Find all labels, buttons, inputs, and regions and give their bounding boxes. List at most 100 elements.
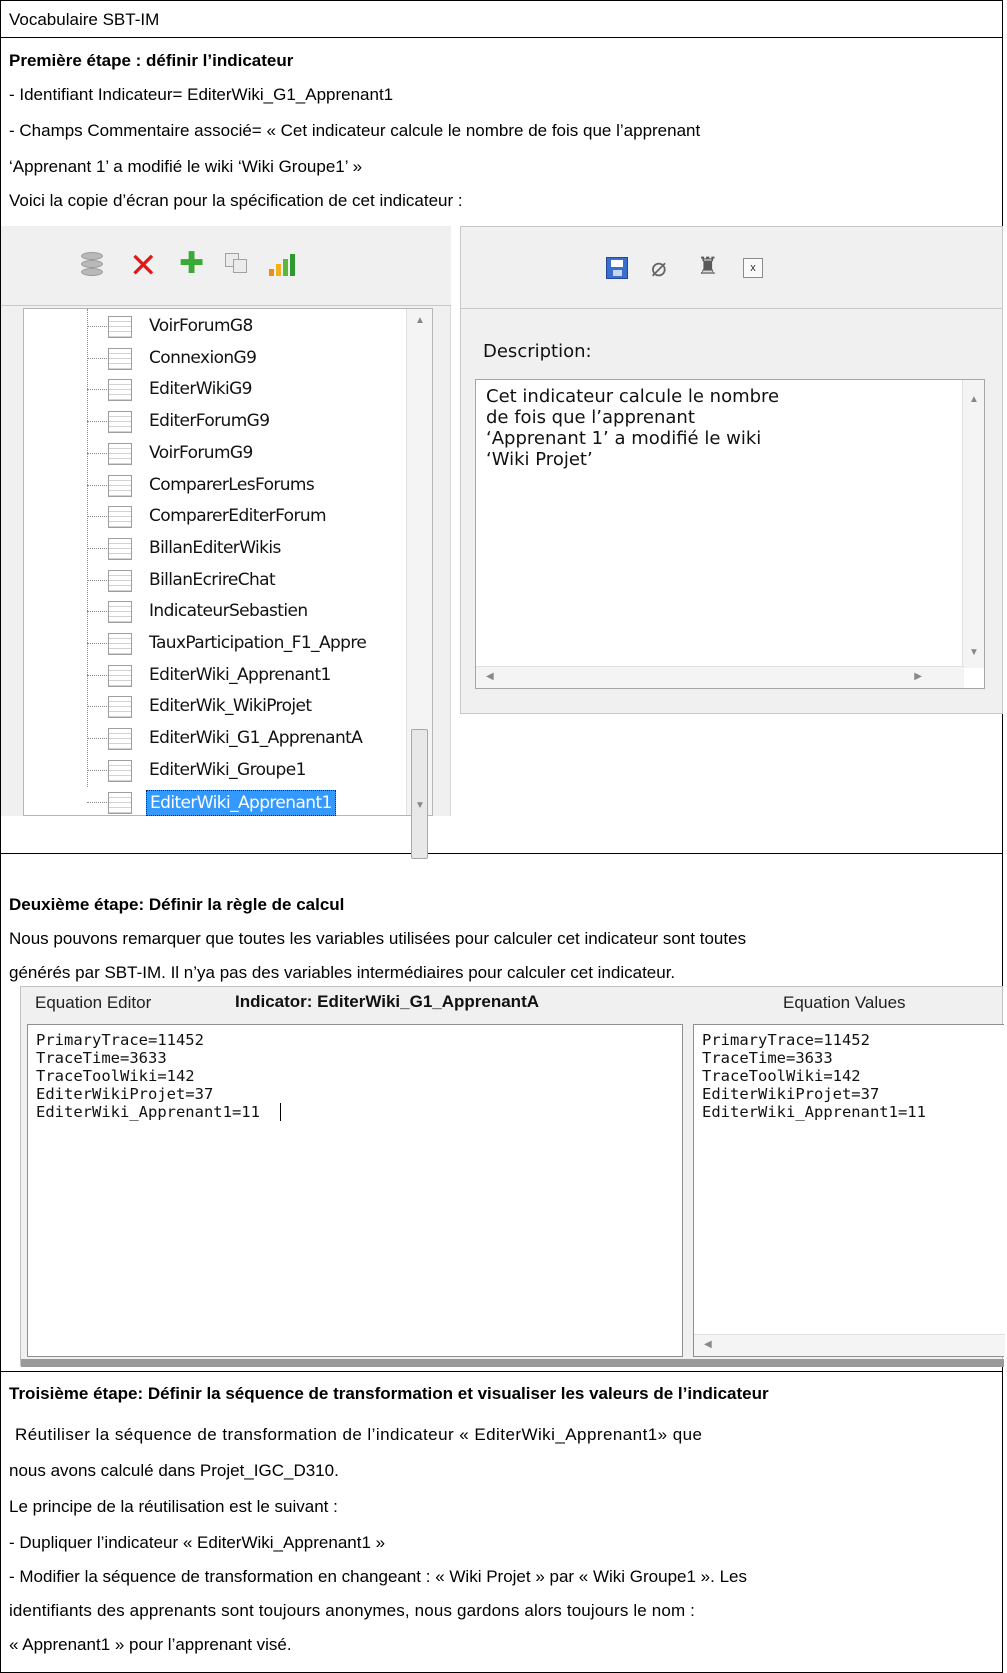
scroll-right-icon[interactable]: ▶ [914, 671, 922, 682]
tree-item[interactable]: EditerWiki_G1_ApprenantA [24, 723, 404, 754]
scroll-down-icon[interactable]: ▼ [415, 800, 425, 811]
indicator-identifier-line: - Identifiant Indicateur= EditerWiki_G1_… [9, 85, 394, 104]
values-horizontal-scrollbar[interactable]: ◀ [694, 1334, 1005, 1356]
tree-connector [87, 769, 107, 771]
tree-item[interactable]: ConnexionG9 [24, 343, 404, 374]
tree-item-label-selected[interactable]: EditerWiki_Apprenant1 [146, 789, 336, 816]
equation-editor-tab[interactable]: Equation Editor [35, 993, 151, 1013]
tree-item[interactable]: EditerWiki_Groupe1 [24, 755, 404, 786]
tree-item[interactable]: EditerWiki_Apprenant1 [24, 787, 404, 818]
tree-connector [87, 547, 107, 549]
scroll-up-icon[interactable]: ▲ [969, 394, 979, 405]
table-icon [108, 696, 132, 719]
scroll-left-icon[interactable]: ◀ [486, 671, 494, 682]
screenshot-intro-line: Voici la copie d’écran pour la spécifica… [9, 191, 463, 210]
table-icon [108, 379, 132, 402]
equation-editor-window: Equation Editor Indicator: EditerWiki_G1… [20, 986, 1005, 1367]
tree-item-label[interactable]: TauxParticipation_F1_Appre [149, 631, 367, 655]
description-vertical-scrollbar[interactable]: ▲ ▼ [962, 380, 984, 668]
equation-values-tab[interactable]: Equation Values [783, 993, 906, 1013]
tree-item[interactable]: BillanEcrireChat [24, 565, 404, 596]
delete-icon[interactable]: ✕ [129, 249, 158, 283]
tree-item-label[interactable]: EditerWik_WikiProjet [149, 694, 312, 718]
tree-connector [87, 484, 107, 486]
tree-item-label[interactable]: ComparerLesForums [149, 473, 315, 497]
table-icon [108, 601, 132, 624]
step3-paragraph-line-2: nous avons calculé dans Projet_IGC_D310. [9, 1461, 339, 1480]
scroll-left-icon[interactable]: ◀ [704, 1339, 712, 1350]
save-icon[interactable] [606, 257, 628, 279]
tree-item-label[interactable]: IndicateurSebastien [149, 599, 308, 623]
table-icon [108, 537, 132, 560]
step2-heading: Deuxième étape: Définir la règle de calc… [9, 895, 345, 914]
description-text[interactable]: Cet indicateur calcule le nombre de fois… [486, 386, 926, 470]
tree-item-label[interactable]: EditerWikiG9 [149, 377, 252, 401]
table-icon [108, 759, 132, 782]
tree-item[interactable]: ComparerEditerForum [24, 501, 404, 532]
step2-paragraph-line-1: Nous pouvons remarquer que toutes les va… [9, 929, 747, 948]
tree-vertical-scrollbar[interactable]: ▲ ▼ [406, 309, 432, 859]
tree-item[interactable]: EditerForumG9 [24, 406, 404, 437]
scroll-up-icon[interactable]: ▲ [415, 315, 425, 326]
eraser-icon[interactable]: ⌀ [651, 255, 667, 281]
description-textarea[interactable]: Cet indicateur calcule le nombre de fois… [475, 379, 985, 689]
tree-item[interactable]: IndicateurSebastien [24, 596, 404, 627]
indicator-tree[interactable]: ▲ ▼ VoirForumG8 ConnexionG9 EditerWikiG9 Ed… [23, 308, 433, 859]
tree-item-label[interactable]: BillanEditerWikis [149, 536, 281, 560]
table-icon [108, 728, 132, 751]
step3-bullet-2-line-2: identifiants des apprenants sont toujour… [9, 1601, 696, 1620]
copy-icon[interactable] [225, 253, 249, 275]
tree-item-label[interactable]: EditerWiki_G1_ApprenantA [149, 726, 363, 750]
equation-values-text: PrimaryTrace=11452 TraceTime=3633 TraceT… [702, 1031, 926, 1121]
formula-icon[interactable]: x [743, 258, 763, 278]
tree-connector [87, 326, 107, 327]
text-caret [280, 1103, 281, 1121]
scroll-thumb[interactable] [411, 729, 428, 859]
scroll-down-icon[interactable]: ▼ [969, 647, 979, 658]
database-icon[interactable] [81, 252, 103, 278]
tree-item[interactable]: EditerWiki_Apprenant1 [24, 660, 404, 691]
indicator-name-label: Indicator: EditerWiki_G1_ApprenantA [235, 992, 540, 1011]
tree-item[interactable]: TauxParticipation_F1_Appre [24, 628, 404, 659]
title-row: Vocabulaire SBT-IM [1, 1, 1002, 38]
equation-editor-textarea[interactable]: PrimaryTrace=11452 TraceTime=3633 TraceT… [27, 1024, 683, 1357]
tree-item-label[interactable]: BillanEcrireChat [149, 568, 276, 592]
tree-connector [87, 674, 107, 676]
tree-item-label[interactable]: EditerWiki_Apprenant1 [149, 663, 331, 687]
step3-paragraph-line-1: Réutiliser la séquence de transformation… [15, 1425, 703, 1444]
tree-item-label[interactable]: EditerForumG9 [149, 409, 270, 433]
tree-item[interactable]: VoirForumG9 [24, 438, 404, 469]
description-toolbar: ⌀ ♜ x [461, 227, 1002, 309]
tree-item[interactable]: VoirForumG8 [24, 311, 404, 342]
tree-item[interactable]: EditerWikiG9 [24, 374, 404, 405]
binoculars-icon[interactable]: ♜ [697, 253, 719, 279]
equation-editor-text[interactable]: PrimaryTrace=11452 TraceTime=3633 TraceT… [36, 1031, 260, 1121]
tree-item-label[interactable]: EditerWiki_Groupe1 [149, 758, 306, 782]
table-icon [108, 791, 132, 814]
tree-item-label[interactable]: ComparerEditerForum [149, 504, 327, 528]
tree-item-label[interactable]: VoirForumG9 [149, 441, 253, 465]
tree-connector [87, 801, 107, 803]
step3-bullet-2-line-3: « Apprenant1 » pour l’apprenant visé. [9, 1635, 292, 1654]
table-icon [108, 633, 132, 655]
add-icon[interactable]: ✚ [179, 249, 204, 279]
tree-item[interactable]: ComparerLesForums [24, 470, 404, 501]
comment-line-1: - Champs Commentaire associé= « Cet indi… [9, 121, 701, 140]
tree-item[interactable]: BillanEditerWikis [24, 533, 404, 564]
comment-line-2: ‘Apprenant 1’ a modifié le wiki ‘Wiki Gr… [9, 157, 363, 176]
step2-paragraph-line-2: générés par SBT-IM. Il n’ya pas des vari… [9, 963, 676, 982]
tree-connector [87, 706, 107, 708]
tree-item[interactable]: EditerWik_WikiProjet [24, 691, 404, 722]
tree-item-label[interactable]: ConnexionG9 [149, 346, 257, 370]
table-icon [108, 442, 132, 465]
tree-connector [87, 738, 107, 740]
tree-item-label[interactable]: VoirForumG8 [149, 314, 253, 338]
tree-connector [87, 516, 107, 518]
chart-icon[interactable] [269, 254, 295, 276]
document-title: Vocabulaire SBT-IM [9, 10, 160, 29]
step3-bullet-2-line-1: - Modifier la séquence de transformation… [9, 1567, 747, 1586]
table-icon [108, 316, 132, 338]
description-horizontal-scrollbar[interactable]: ◀ ▶ [476, 666, 964, 688]
description-panel: ⌀ ♜ x Description: Cet indicateur calcul… [460, 226, 1003, 714]
step3-heading: Troisième étape: Définir la séquence de … [9, 1384, 769, 1403]
